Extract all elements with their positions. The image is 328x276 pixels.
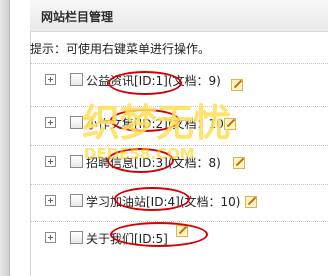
row-checkbox[interactable] xyxy=(70,116,83,129)
category-label[interactable]: 关于我们[ID:5] xyxy=(86,230,168,247)
tree-row[interactable]: 学习加油站[ID:4](文档：10) xyxy=(30,184,328,219)
page-title: 网站栏目管理 xyxy=(41,10,114,24)
category-label[interactable]: 公益资讯[ID:1](文档：9) xyxy=(86,72,221,89)
edit-icon[interactable] xyxy=(231,79,243,91)
tip-text: 提示：可使用右键菜单进行操作。 xyxy=(30,42,211,56)
expand-icon[interactable] xyxy=(45,74,56,85)
edit-icon[interactable] xyxy=(224,118,236,130)
tree-row[interactable]: 公益资讯[ID:1](文档：9) xyxy=(30,63,328,98)
row-checkbox[interactable] xyxy=(70,194,83,207)
expand-icon[interactable] xyxy=(45,232,56,243)
category-label[interactable]: 小作文集[ID:2](文档：10) xyxy=(86,115,228,132)
edit-icon[interactable] xyxy=(176,225,188,237)
row-checkbox[interactable] xyxy=(70,155,83,168)
row-checkbox[interactable] xyxy=(70,231,83,244)
category-label[interactable]: 招聘信息[ID:3](文档：8) xyxy=(86,154,221,171)
expand-icon[interactable] xyxy=(45,195,56,206)
category-label[interactable]: 学习加油站[ID:4](文档：10) xyxy=(86,193,240,210)
screen-frame: 网站栏目管理 提示：可使用右键菜单进行操作。 公益资讯[ID:1](文档：9) … xyxy=(0,0,328,276)
tree-row[interactable]: 小作文集[ID:2](文档：10) xyxy=(30,106,328,141)
edit-icon[interactable] xyxy=(233,157,245,169)
expand-icon[interactable] xyxy=(45,156,56,167)
left-frame-border xyxy=(0,0,10,276)
row-checkbox[interactable] xyxy=(70,73,83,86)
tree-row[interactable]: 招聘信息[ID:3](文档：8) xyxy=(30,145,328,180)
expand-icon[interactable] xyxy=(45,117,56,128)
edit-icon[interactable] xyxy=(245,196,257,208)
